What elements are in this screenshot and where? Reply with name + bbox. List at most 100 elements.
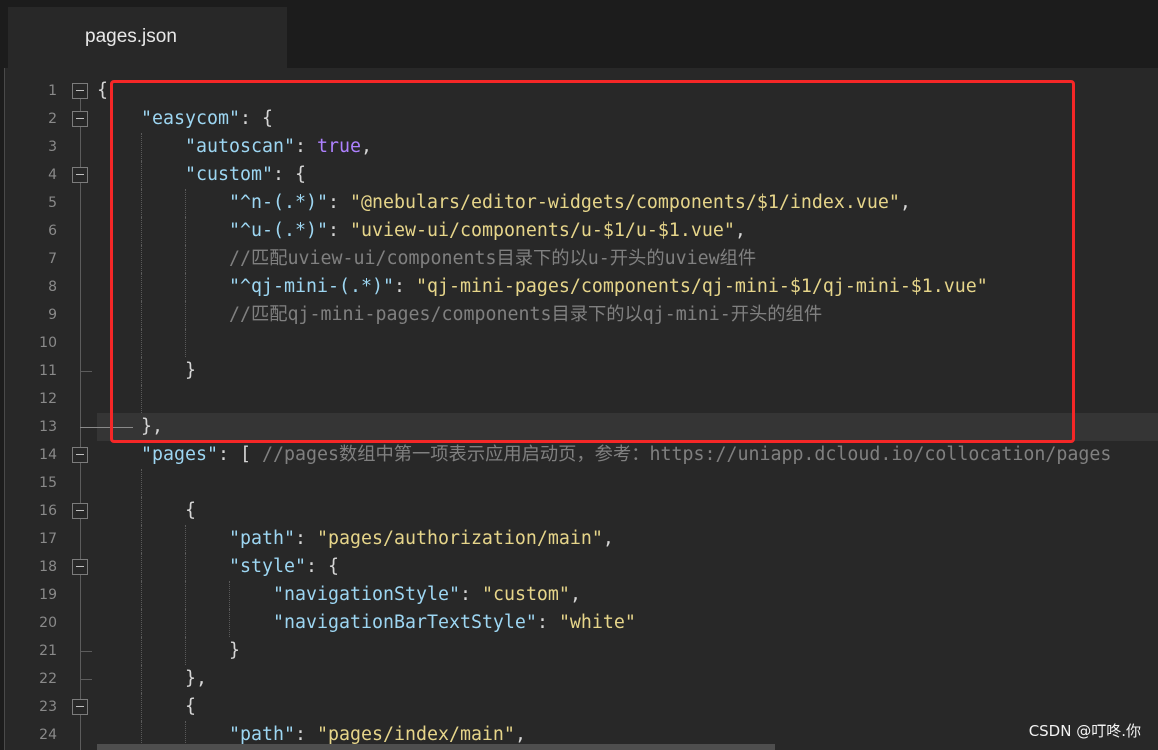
punctuation-token: , [569, 584, 581, 605]
indent-guide [141, 693, 142, 721]
line-number: 15 [39, 475, 57, 491]
line-number: 18 [39, 559, 57, 575]
json-key-token: "path" [229, 528, 295, 549]
line-number: 14 [39, 447, 57, 463]
punctuation-token: { [185, 500, 196, 521]
line-number: 7 [48, 251, 57, 267]
punctuation-token: }, [185, 668, 207, 689]
punctuation-token: : [459, 584, 482, 605]
fold-collapse-icon[interactable] [72, 111, 88, 127]
punctuation-token: , [602, 528, 614, 549]
indent-guide [141, 609, 142, 637]
punctuation-token: , [514, 724, 526, 745]
line-number: 22 [39, 671, 57, 687]
watermark: CSDN @叮咚.你 [1028, 722, 1141, 740]
indent-guide [141, 553, 142, 581]
code-line[interactable]: 19 "navigationStyle": "custom", [0, 581, 1158, 609]
tab-bar: pages.json [0, 0, 1158, 68]
punctuation-token: } [229, 640, 240, 661]
code-text[interactable]: } [229, 637, 240, 665]
line-number: 13 [39, 419, 57, 435]
line-number: 3 [48, 139, 57, 155]
code-text[interactable]: "style": { [229, 553, 339, 581]
line-number: 17 [39, 531, 57, 547]
scrollbar-thumb[interactable] [97, 744, 775, 750]
fold-collapse-icon[interactable] [72, 83, 88, 99]
indent-guide [185, 581, 186, 609]
punctuation-token: { [185, 696, 196, 717]
editor-window: pages.json 1{2 "easycom": {3 "autoscan": t… [0, 0, 1158, 750]
code-text[interactable]: { [97, 77, 108, 105]
code-line[interactable]: 17 "path": "pages/authorization/main", [0, 525, 1158, 553]
fold-collapse-icon[interactable] [72, 447, 88, 463]
json-key-token: "pages" [141, 444, 218, 465]
fold-collapse-icon[interactable] [72, 699, 88, 715]
fold-collapse-icon[interactable] [72, 503, 88, 519]
red-annotation-box [110, 80, 1075, 443]
code-text[interactable]: "navigationStyle": "custom", [273, 581, 581, 609]
code-line[interactable]: 23 { [0, 693, 1158, 721]
indent-guide [185, 609, 186, 637]
line-number: 2 [48, 111, 57, 127]
indent-guide [141, 637, 142, 665]
line-number: 4 [48, 167, 57, 183]
fold-collapse-icon[interactable] [72, 559, 88, 575]
string-value-token: "white" [558, 612, 636, 633]
fold-end-marker [80, 651, 92, 652]
code-text[interactable]: "pages": [ //pages数组中第一项表示应用启动页，参考：https… [141, 441, 1111, 469]
code-line[interactable]: 15 [0, 469, 1158, 497]
json-key-token: "navigationStyle" [273, 584, 460, 605]
punctuation-token: : [294, 724, 317, 745]
code-line[interactable]: 22}, [0, 665, 1158, 693]
code-text[interactable]: { [185, 497, 196, 525]
tab-pages-json[interactable]: pages.json [8, 7, 287, 68]
code-line[interactable]: 14 "pages": [ //pages数组中第一项表示应用启动页，参考：htt… [0, 441, 1158, 469]
line-number: 20 [39, 615, 57, 631]
line-number: 16 [39, 503, 57, 519]
line-number: 12 [39, 391, 57, 407]
line-number: 10 [39, 335, 57, 351]
punctuation-token: : [536, 612, 559, 633]
indent-guide [141, 581, 142, 609]
fold-collapse-icon[interactable] [72, 167, 88, 183]
punctuation-token: { [97, 80, 108, 101]
tab-label: pages.json [85, 26, 177, 47]
indent-guide [185, 553, 186, 581]
punctuation-token: : [294, 528, 317, 549]
code-line[interactable]: 18 "style": { [0, 553, 1158, 581]
indent-guide [141, 525, 142, 553]
json-key-token: "style" [229, 556, 306, 577]
punctuation-token: : { [305, 556, 339, 577]
indent-guide [229, 609, 230, 637]
indent-guide [141, 469, 142, 497]
json-key-token: "navigationBarTextStyle" [273, 612, 537, 633]
string-value-token: "pages/index/main" [316, 724, 515, 745]
string-value-token: "custom" [481, 584, 570, 605]
punctuation-token: : [ [217, 444, 262, 465]
line-number: 9 [48, 307, 57, 323]
code-line[interactable]: 16 { [0, 497, 1158, 525]
string-value-token: "pages/authorization/main" [316, 528, 603, 549]
code-line[interactable]: 20 "navigationBarTextStyle": "white" [0, 609, 1158, 637]
comment-token: //pages数组中第一项表示应用启动页，参考：https://uniapp.d… [261, 444, 1112, 465]
line-number: 23 [39, 699, 57, 715]
code-text[interactable]: { [185, 693, 196, 721]
json-key-token: "path" [229, 724, 295, 745]
line-number: 1 [48, 83, 57, 99]
line-number: 5 [48, 195, 57, 211]
code-text[interactable]: "navigationBarTextStyle": "white" [273, 609, 636, 637]
fold-end-marker [80, 371, 92, 372]
line-number: 11 [39, 363, 57, 379]
line-number: 6 [48, 223, 57, 239]
fold-end-marker [80, 679, 92, 680]
line-number: 8 [48, 279, 57, 295]
indent-guide [229, 581, 230, 609]
indent-guide [141, 497, 142, 525]
indent-guide [185, 525, 186, 553]
horizontal-scrollbar[interactable] [5, 744, 1158, 750]
line-number: 19 [39, 587, 57, 603]
code-text[interactable]: }, [185, 665, 207, 693]
code-line[interactable]: 21} [0, 637, 1158, 665]
code-text[interactable]: "path": "pages/authorization/main", [229, 525, 614, 553]
indent-guide [141, 665, 142, 693]
